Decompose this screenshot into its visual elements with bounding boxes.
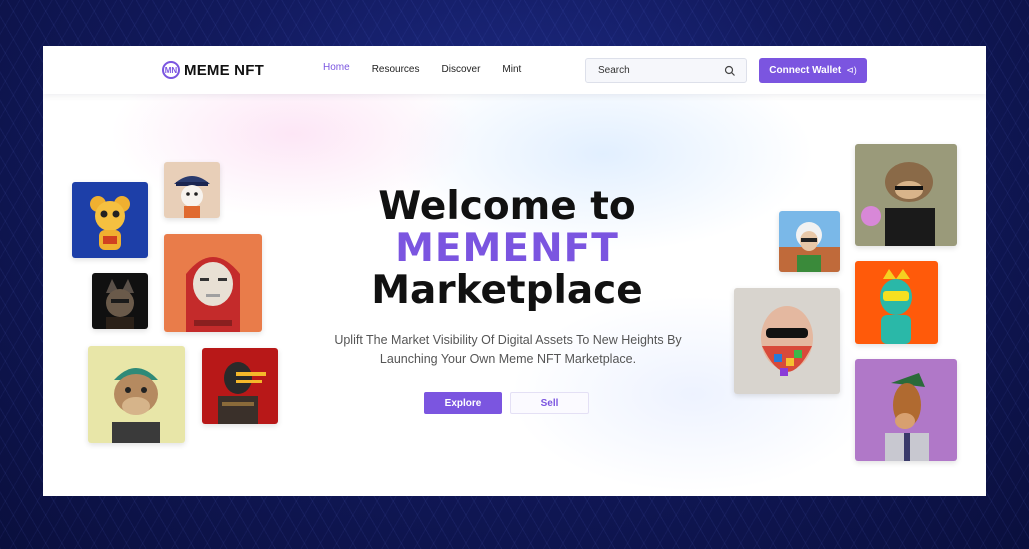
- hero-title-brand: MEMENFT: [395, 226, 619, 271]
- search-icon[interactable]: [724, 65, 736, 77]
- hero-title-line1: Welcome to: [378, 184, 636, 229]
- nft-ape-beanie[interactable]: [88, 346, 185, 443]
- nft-monkey-op[interactable]: [855, 144, 957, 246]
- nft-crown-guy[interactable]: [855, 261, 938, 344]
- explore-button[interactable]: Explore: [424, 392, 502, 414]
- nav-mint[interactable]: Mint: [502, 64, 521, 75]
- hero-title-line3: Marketplace: [371, 268, 643, 313]
- hero-subtitle-line2: Launching Your Own Meme NFT Marketplace.: [379, 352, 637, 366]
- main-nav: Home Resources Discover Mint: [323, 62, 521, 75]
- logo-text: MEME NFT: [184, 61, 264, 79]
- hero-title: Welcome to MEMENFT Marketplace: [293, 186, 721, 312]
- nft-einstein[interactable]: [779, 211, 840, 272]
- wallet-icon: ⊲): [846, 65, 857, 75]
- logo-icon: MN: [162, 61, 180, 79]
- sell-button[interactable]: Sell: [510, 392, 589, 414]
- hero-subtitle-line1: Uplift The Market Visibility Of Digital …: [334, 333, 682, 347]
- search-text: Search: [598, 65, 630, 76]
- nav-discover[interactable]: Discover: [442, 64, 481, 75]
- search-input[interactable]: Search: [585, 58, 747, 83]
- nft-robot-soldier[interactable]: [202, 348, 278, 424]
- marketplace-page: MN MEME NFT Home Resources Discover Mint…: [43, 46, 986, 496]
- nft-wolf[interactable]: [92, 273, 148, 329]
- connect-wallet-button[interactable]: Connect Wallet ⊲): [759, 58, 867, 83]
- navbar: MN MEME NFT Home Resources Discover Mint…: [43, 46, 986, 94]
- nft-horse-gentleman[interactable]: [855, 359, 957, 461]
- nav-home[interactable]: Home: [323, 62, 350, 75]
- logo[interactable]: MN MEME NFT: [162, 61, 264, 79]
- nft-hooded-zombie[interactable]: [164, 234, 262, 332]
- nft-captain-penguin[interactable]: [164, 162, 220, 218]
- nft-mosaic-beard[interactable]: [734, 288, 840, 394]
- nav-resources[interactable]: Resources: [372, 64, 420, 75]
- connect-wallet-label: Connect Wallet: [769, 65, 842, 76]
- hero-subtitle: Uplift The Market Visibility Of Digital …: [308, 331, 708, 369]
- nft-bear[interactable]: [72, 182, 148, 258]
